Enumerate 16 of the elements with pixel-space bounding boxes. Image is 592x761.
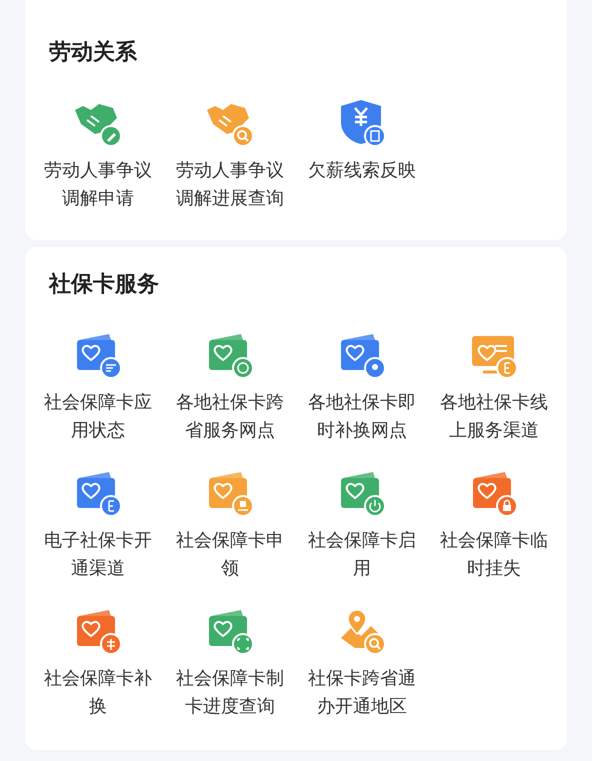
section-title: 社保卡服务: [49, 270, 160, 298]
service-link[interactable]: 各地社保卡线上服务渠道: [436, 388, 552, 444]
service-link[interactable]: 社会保障卡申领: [172, 526, 288, 582]
service-link[interactable]: 社会保障卡应用状态: [40, 388, 156, 444]
service-link[interactable]: 社会保障卡临时挂失: [436, 526, 552, 582]
section-title: 劳动关系: [49, 38, 138, 66]
service-link[interactable]: 社会保障卡制卡进度查询: [172, 664, 288, 720]
service-link[interactable]: 劳动人事争议调解申请: [40, 156, 156, 212]
service-link[interactable]: 各地社保卡跨省服务网点: [172, 388, 288, 444]
service-link[interactable]: 社会保障卡补换: [40, 664, 156, 720]
service-link[interactable]: 各地社保卡即时补换网点: [304, 388, 420, 444]
service-link[interactable]: 电子社保卡开通渠道: [40, 526, 156, 582]
service-link[interactable]: 欠薪线索反映: [304, 156, 420, 184]
service-link[interactable]: 社保卡跨省通办开通地区: [304, 664, 420, 720]
service-link[interactable]: 劳动人事争议调解进展查询: [172, 156, 288, 212]
service-link[interactable]: 社会保障卡启用: [304, 526, 420, 582]
